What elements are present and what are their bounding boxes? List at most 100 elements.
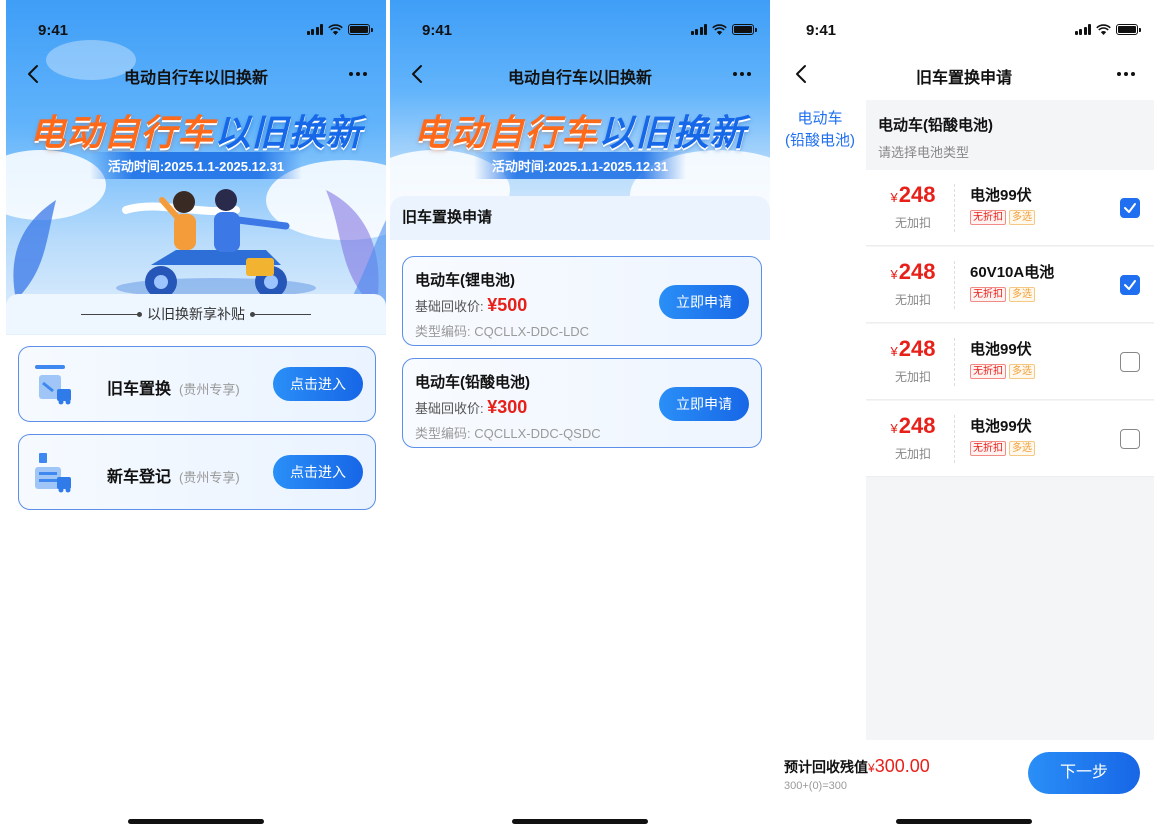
vehicle-type-card[interactable]: 电动车(锂电池) 基础回收价: ¥500 类型编码: CQCLLX-DDC-LD… — [402, 256, 762, 346]
page-title: 电动自行车以旧换新 — [507, 70, 652, 87]
status-time: 9:41 — [422, 22, 453, 39]
enter-button[interactable]: 点击进入 — [273, 367, 363, 401]
option-checkbox[interactable] — [1120, 429, 1140, 449]
check-icon — [1124, 203, 1136, 213]
no-discount-badge: 无折扣 — [970, 210, 1006, 225]
battery-icon — [348, 24, 373, 35]
battery-icon — [732, 24, 757, 35]
no-discount-badge: 无折扣 — [970, 441, 1006, 456]
option-note: 无加扣 — [894, 370, 931, 384]
option-price: ¥248 — [890, 336, 936, 361]
option-price: ¥248 — [890, 259, 936, 284]
more-icon[interactable] — [730, 62, 754, 86]
sidebar-item-lead-acid[interactable]: 电动车 (铅酸电池) — [774, 108, 866, 152]
vehicle-type-name: 电动车(锂电池) — [415, 272, 515, 289]
hero-banner: 电动自行车以旧换新 活动时间:2025.1.1-2025.12.31 — [6, 0, 386, 335]
value-formula: 300+(0)=300 — [784, 780, 847, 792]
page-title: 旧车置换申请 — [915, 70, 1012, 87]
nav-bar: 旧车置换申请 — [774, 56, 1154, 96]
option-note: 无加扣 — [894, 447, 931, 461]
card-old-vehicle-exchange[interactable]: 旧车置换 (贵州专享) 点击进入 — [18, 346, 376, 422]
pane-header: 电动车(铅酸电池) 请选择电池类型 — [866, 100, 1154, 170]
no-discount-badge: 无折扣 — [970, 287, 1006, 302]
estimated-value: 预计回收残值¥300.00 — [784, 756, 930, 776]
card-title: 新车登记 (贵州专享) — [107, 469, 240, 486]
option-price: ¥248 — [890, 413, 936, 438]
home-indicator[interactable] — [896, 819, 1032, 824]
vehicle-type-card[interactable]: 电动车(铅酸电池) 基础回收价: ¥300 类型编码: CQCLLX-DDC-Q… — [402, 358, 762, 448]
battery-option-pane: 电动车(铅酸电池) 请选择电池类型 ¥248 无加扣 电池99伏 无折扣 多选 ¥… — [866, 100, 1154, 740]
screen-trade-in-home: 电动自行车以旧换新 活动时间:2025.1.1-2025.12.31 9:41 … — [6, 0, 386, 828]
battery-option[interactable]: ¥248 无加扣 电池99伏 无折扣 多选 — [866, 170, 1154, 246]
battery-option[interactable]: ¥248 无加扣 电池99伏 无折扣 多选 — [866, 324, 1154, 400]
nav-bar: 电动自行车以旧换新 — [6, 56, 386, 96]
option-name: 电池99伏 — [970, 187, 1032, 204]
type-code: 类型编码: CQCLLX-DDC-LDC — [415, 324, 590, 339]
status-bar: 9:41 — [6, 0, 386, 46]
apply-button[interactable]: 立即申请 — [659, 387, 749, 421]
status-time: 9:41 — [806, 22, 837, 39]
pane-title: 电动车(铅酸电池) — [878, 117, 993, 134]
signal-icon — [1074, 24, 1091, 35]
base-price-row: 基础回收价: ¥500 — [415, 295, 528, 315]
status-bar: 9:41 — [390, 0, 770, 46]
option-name: 电池99伏 — [970, 418, 1032, 435]
more-icon[interactable] — [346, 62, 370, 86]
page-title: 电动自行车以旧换新 — [123, 70, 268, 87]
pane-subtitle: 请选择电池类型 — [878, 145, 970, 160]
option-price: ¥248 — [890, 182, 936, 207]
option-note: 无加扣 — [894, 216, 931, 230]
leaf-decoration-icon — [13, 200, 56, 300]
wifi-icon — [712, 24, 727, 35]
option-checkbox[interactable] — [1120, 198, 1140, 218]
wifi-icon — [328, 24, 343, 35]
card-tag: (贵州专享) — [179, 382, 240, 397]
status-time: 9:41 — [38, 22, 69, 39]
option-name: 60V10A电池 — [970, 264, 1055, 281]
status-bar: 9:41 — [774, 0, 1154, 46]
multi-select-badge: 多选 — [1009, 364, 1035, 379]
battery-option[interactable]: ¥248 无加扣 电池99伏 无折扣 多选 — [866, 401, 1154, 477]
apply-button[interactable]: 立即申请 — [659, 285, 749, 319]
hero-title: 电动自行车以旧换新 — [29, 112, 363, 153]
base-price: ¥500 — [487, 295, 528, 315]
category-sidebar: 电动车 (铅酸电池) — [774, 100, 866, 828]
card-tag: (贵州专享) — [179, 470, 240, 485]
home-indicator[interactable] — [128, 819, 264, 824]
next-step-button[interactable]: 下一步 — [1028, 752, 1140, 794]
hero-title: 电动自行车以旧换新 — [413, 112, 747, 153]
vehicle-type-name: 电动车(铅酸电池) — [415, 374, 530, 391]
type-code: 类型编码: CQCLLX-DDC-QSDC — [415, 426, 601, 441]
estimated-amount: ¥300.00 — [868, 756, 930, 776]
option-checkbox[interactable] — [1120, 352, 1140, 372]
signal-icon — [306, 24, 323, 35]
screen-battery-select: 9:41 旧车置换申请 电动车 (铅酸电池) 电动车(铅酸电池) 请选择电池类型… — [774, 0, 1154, 828]
card-list: 电动车(锂电池) 基础回收价: ¥500 类型编码: CQCLLX-DDC-LD… — [390, 240, 770, 828]
signal-icon — [690, 24, 707, 35]
bottom-bar: 预计回收残值¥300.00 300+(0)=300 下一步 — [774, 740, 1154, 800]
option-name: 电池99伏 — [970, 341, 1032, 358]
wifi-icon — [1096, 24, 1111, 35]
base-price-row: 基础回收价: ¥300 — [415, 397, 528, 417]
home-indicator[interactable] — [512, 819, 648, 824]
enter-button[interactable]: 点击进入 — [273, 455, 363, 489]
card-new-vehicle-register[interactable]: 新车登记 (贵州专享) 点击进入 — [18, 434, 376, 510]
battery-option[interactable]: ¥248 无加扣 60V10A电池 无折扣 多选 — [866, 247, 1154, 323]
subsidy-header: 以旧换新享补贴 — [6, 294, 386, 334]
nav-bar: 电动自行车以旧换新 — [390, 56, 770, 96]
multi-select-badge: 多选 — [1009, 287, 1035, 302]
multi-select-badge: 多选 — [1009, 210, 1035, 225]
multi-select-badge: 多选 — [1009, 441, 1035, 456]
battery-icon — [1116, 24, 1141, 35]
card-title: 旧车置换 (贵州专享) — [107, 381, 240, 398]
more-icon[interactable] — [1114, 62, 1138, 86]
vehicle-register-icon — [35, 453, 71, 493]
screen-exchange-list: 电动自行车以旧换新 活动时间:2025.1.1-2025.12.31 9:41 … — [390, 0, 770, 828]
subsidy-label: 以旧换新享补贴 — [147, 306, 245, 322]
no-discount-badge: 无折扣 — [970, 364, 1006, 379]
option-checkbox[interactable] — [1120, 275, 1140, 295]
check-icon — [1124, 280, 1136, 290]
section-title: 旧车置换申请 — [390, 196, 770, 240]
vehicle-exchange-icon — [35, 365, 71, 405]
riders-illustration-icon — [116, 189, 316, 298]
